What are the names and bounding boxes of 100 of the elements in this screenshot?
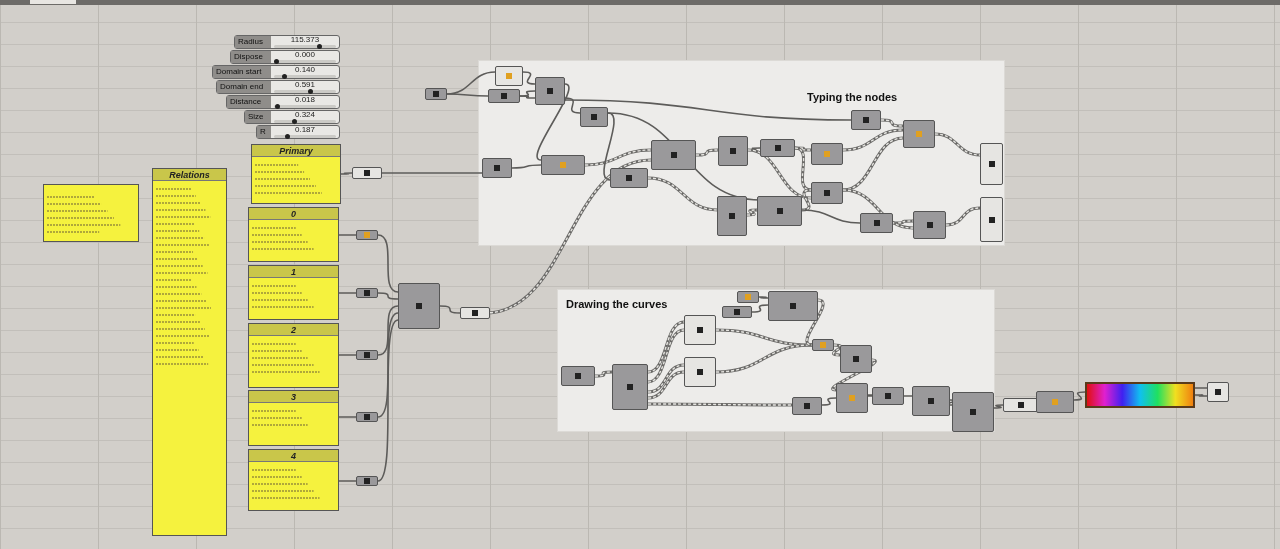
component-node[interactable] [1003, 398, 1039, 412]
component-node[interactable] [757, 196, 802, 226]
component-icon [415, 302, 423, 310]
component-node[interactable] [425, 88, 447, 100]
component-node[interactable] [912, 386, 950, 416]
slider-grip[interactable] [281, 74, 287, 79]
component-node[interactable] [561, 366, 595, 386]
slider-value: 115.373 [290, 36, 320, 44]
slider-grip[interactable] [274, 59, 279, 64]
component-icon [559, 161, 567, 169]
component-icon [927, 397, 935, 405]
component-node[interactable] [903, 120, 935, 148]
component-node[interactable] [541, 155, 585, 175]
slider-label: Domain end [217, 81, 271, 93]
component-node[interactable] [913, 211, 946, 239]
component-icon [546, 87, 554, 95]
component-node[interactable] [580, 107, 608, 127]
panel-title: Relations [169, 169, 210, 180]
component-icon [789, 302, 797, 310]
component-node[interactable] [356, 230, 378, 240]
component-node[interactable] [812, 339, 834, 351]
component-node[interactable] [980, 143, 1003, 185]
component-node[interactable] [1036, 391, 1074, 413]
slider-label: Distance [227, 96, 271, 108]
component-icon [471, 309, 479, 317]
component-node[interactable] [352, 167, 382, 179]
component-node[interactable] [610, 168, 648, 188]
component-icon [625, 174, 633, 182]
slider-value: 0.000 [295, 51, 315, 59]
panel-title: 0 [291, 208, 296, 219]
component-icon [363, 289, 371, 297]
component-node[interactable] [722, 306, 752, 318]
component-node[interactable] [356, 288, 378, 298]
number-slider[interactable]: Domain end 0.591 [216, 80, 340, 94]
number-slider[interactable]: Radius 115.373 [234, 35, 340, 49]
panel-title: Primary [279, 145, 313, 156]
slider-grip[interactable] [307, 89, 313, 94]
component-icon [884, 392, 892, 400]
component-node[interactable] [811, 143, 843, 165]
number-slider[interactable]: Domain start 0.140 [212, 65, 340, 79]
component-icon [852, 355, 860, 363]
component-icon [987, 160, 996, 168]
component-node[interactable] [717, 196, 747, 236]
component-node[interactable] [768, 291, 818, 321]
component-node[interactable] [482, 158, 512, 178]
slider-value: 0.140 [295, 66, 315, 74]
component-node[interactable] [836, 383, 868, 413]
component-icon [925, 221, 934, 229]
component-node[interactable] [495, 66, 523, 86]
component-icon [803, 402, 811, 410]
component-icon [1214, 388, 1222, 396]
component-node[interactable] [760, 139, 795, 157]
component-node[interactable] [1207, 382, 1229, 402]
component-icon [500, 92, 508, 100]
component-icon [696, 326, 704, 334]
component-icon [363, 351, 371, 359]
panel-title: 4 [291, 450, 296, 461]
slider-grip[interactable] [316, 44, 322, 49]
number-slider[interactable]: Distance 0.018 [226, 95, 340, 109]
component-node[interactable] [684, 315, 716, 345]
component-icon [669, 151, 678, 159]
component-icon [363, 477, 371, 485]
component-node[interactable] [356, 350, 378, 360]
component-icon [432, 90, 440, 98]
slider-value: 0.018 [295, 96, 315, 104]
component-node[interactable] [356, 476, 378, 486]
component-node[interactable] [651, 140, 696, 170]
slider-grip[interactable] [284, 134, 290, 139]
component-node[interactable] [535, 77, 565, 105]
component-node[interactable] [684, 357, 716, 387]
slider-grip[interactable] [292, 119, 298, 124]
component-node[interactable] [356, 412, 378, 422]
slider-label: Domain start [213, 66, 271, 78]
component-node[interactable] [398, 283, 440, 329]
gradient-bar[interactable] [1085, 382, 1195, 408]
slider-grip[interactable] [275, 104, 281, 109]
component-node[interactable] [851, 110, 881, 130]
component-node[interactable] [980, 197, 1003, 242]
component-icon [775, 207, 784, 215]
number-slider[interactable]: Dispose 0.000 [230, 50, 340, 64]
component-icon [363, 231, 371, 239]
component-node[interactable] [872, 387, 904, 405]
component-node[interactable] [718, 136, 748, 166]
component-node[interactable] [612, 364, 648, 410]
component-icon [626, 383, 634, 391]
component-node[interactable] [460, 307, 490, 319]
number-slider[interactable]: Size 0.324 [244, 110, 340, 124]
component-icon [823, 150, 831, 158]
component-icon [729, 147, 737, 155]
component-node[interactable] [840, 345, 872, 373]
component-node[interactable] [811, 182, 843, 204]
component-node[interactable] [952, 392, 994, 432]
component-node[interactable] [792, 397, 822, 415]
component-icon [590, 113, 598, 121]
number-slider[interactable]: R 0.187 [256, 125, 340, 139]
component-node[interactable] [737, 291, 759, 303]
component-node[interactable] [488, 89, 520, 103]
slider-label: Size [245, 111, 271, 123]
component-icon [1017, 401, 1025, 409]
component-node[interactable] [860, 213, 893, 233]
